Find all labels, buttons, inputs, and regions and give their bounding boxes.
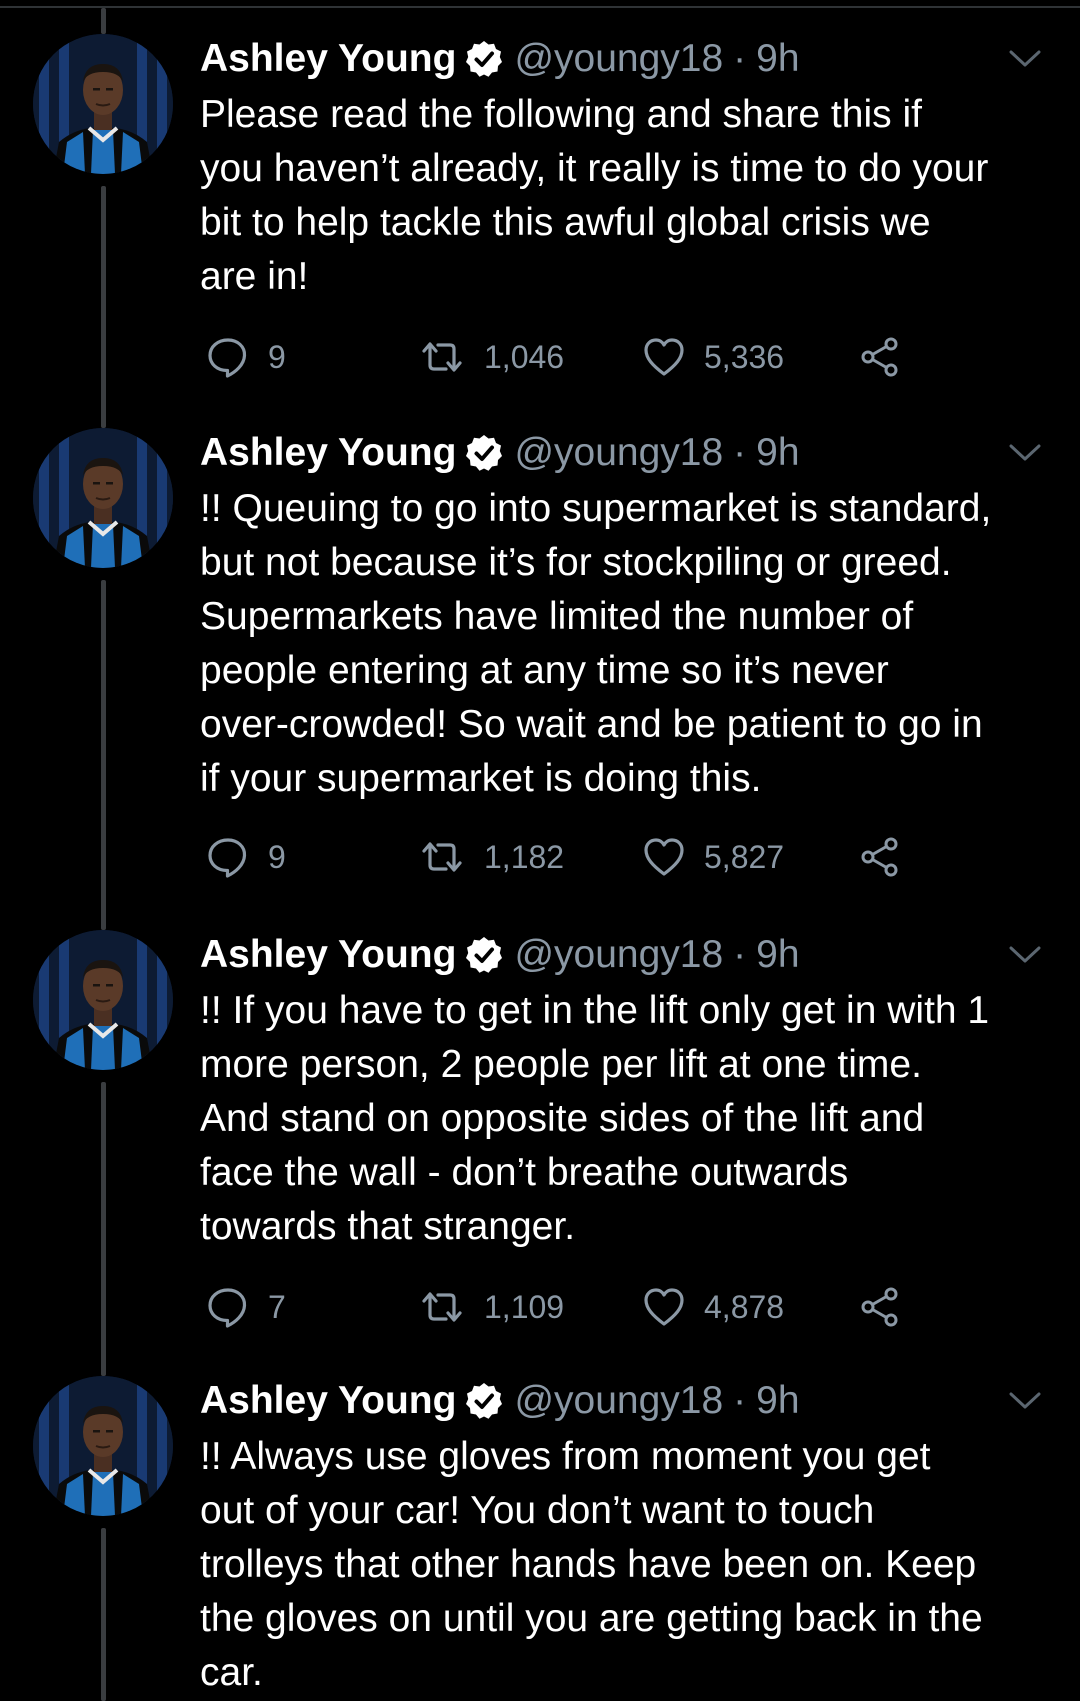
tweet-actions: 7 1,109 4,878 (200, 1282, 1050, 1332)
avatar[interactable] (33, 1376, 173, 1516)
verified-badge-icon (464, 433, 504, 473)
header-separator: · (733, 37, 747, 80)
header-separator: · (733, 933, 747, 976)
retweet-count: 1,182 (484, 838, 565, 875)
tweet-text: !! Queuing to go into supermarket is sta… (200, 487, 992, 800)
author-name[interactable]: Ashley Young (200, 428, 456, 478)
header-separator: · (733, 1379, 747, 1422)
tweet-thread: Ashley Young @youngy18 · 9h Please read … (0, 0, 1080, 1701)
chevron-down-icon[interactable] (1008, 442, 1042, 464)
thread-connector-line (101, 1528, 106, 1701)
reply-button[interactable]: 7 (206, 1282, 286, 1332)
author-handle[interactable]: @youngy18 (514, 1376, 723, 1426)
retweet-icon (418, 1285, 466, 1329)
verified-badge-icon (464, 1381, 504, 1421)
reply-bubble-icon (206, 835, 250, 879)
share-button[interactable] (858, 832, 902, 882)
share-button[interactable] (858, 1282, 902, 1332)
retweet-button[interactable]: 1,109 (418, 1282, 564, 1332)
thread-connector-line (101, 1082, 106, 1376)
retweet-count: 1,046 (484, 338, 565, 375)
tweet-timestamp[interactable]: 9h (756, 428, 799, 478)
share-button[interactable] (858, 332, 902, 382)
author-handle[interactable]: @youngy18 (514, 930, 723, 980)
retweet-icon (418, 835, 466, 879)
verified-badge-icon (464, 39, 504, 79)
thread-connector-line (101, 580, 106, 930)
tweet-content: Ashley Young @youngy18 · 9h Please read … (200, 34, 1050, 382)
tweet-header: Ashley Young @youngy18 · 9h (200, 34, 1050, 84)
retweet-icon (418, 335, 466, 379)
like-count: 5,827 (704, 838, 785, 875)
avatar[interactable] (33, 34, 173, 174)
tweet-text: !! If you have to get in the lift only g… (200, 989, 990, 1248)
tweet-content: Ashley Young @youngy18 · 9h !! Queuing t… (200, 428, 1050, 882)
like-count: 4,878 (704, 1288, 785, 1325)
author-name[interactable]: Ashley Young (200, 930, 456, 980)
reply-bubble-icon (206, 335, 250, 379)
share-icon (858, 835, 902, 879)
tweet-timestamp[interactable]: 9h (756, 34, 799, 84)
author-name[interactable]: Ashley Young (200, 1376, 456, 1426)
chevron-down-icon[interactable] (1008, 944, 1042, 966)
header-separator: · (733, 431, 747, 474)
retweet-button[interactable]: 1,182 (418, 832, 564, 882)
tweet-content: Ashley Young @youngy18 · 9h !! If you ha… (200, 930, 1050, 1332)
verified-badge-icon (464, 935, 504, 975)
chevron-down-icon[interactable] (1008, 48, 1042, 70)
top-divider (0, 6, 1080, 8)
share-icon (858, 1285, 902, 1329)
share-icon (858, 335, 902, 379)
tweet-header: Ashley Young @youngy18 · 9h (200, 930, 1050, 980)
tweet-actions: 9 1,046 5,336 (200, 332, 1050, 382)
heart-icon (642, 835, 686, 879)
reply-count: 9 (268, 838, 286, 875)
avatar[interactable] (33, 428, 173, 568)
tweet-text: !! Always use gloves from moment you get… (200, 1435, 983, 1694)
chevron-down-icon[interactable] (1008, 1390, 1042, 1412)
tweet-header: Ashley Young @youngy18 · 9h (200, 428, 1050, 478)
tweet-actions: 9 1,182 5,827 (200, 832, 1050, 882)
reply-count: 7 (268, 1288, 286, 1325)
avatar[interactable] (33, 930, 173, 1070)
like-count: 5,336 (704, 338, 785, 375)
tweet-header: Ashley Young @youngy18 · 9h (200, 1376, 1050, 1426)
author-handle[interactable]: @youngy18 (514, 428, 723, 478)
thread-connector-line (101, 8, 106, 34)
author-handle[interactable]: @youngy18 (514, 34, 723, 84)
tweet-timestamp[interactable]: 9h (756, 930, 799, 980)
like-button[interactable]: 5,336 (642, 332, 784, 382)
tweet-text: Please read the following and share this… (200, 93, 989, 298)
reply-button[interactable]: 9 (206, 832, 286, 882)
heart-icon (642, 1285, 686, 1329)
tweet-content: Ashley Young @youngy18 · 9h !! Always us… (200, 1376, 1050, 1700)
author-name[interactable]: Ashley Young (200, 34, 456, 84)
reply-bubble-icon (206, 1285, 250, 1329)
tweet-timestamp[interactable]: 9h (756, 1376, 799, 1426)
retweet-button[interactable]: 1,046 (418, 332, 564, 382)
reply-count: 9 (268, 338, 286, 375)
reply-button[interactable]: 9 (206, 332, 286, 382)
retweet-count: 1,109 (484, 1288, 565, 1325)
heart-icon (642, 335, 686, 379)
like-button[interactable]: 4,878 (642, 1282, 784, 1332)
like-button[interactable]: 5,827 (642, 832, 784, 882)
thread-connector-line (101, 186, 106, 428)
